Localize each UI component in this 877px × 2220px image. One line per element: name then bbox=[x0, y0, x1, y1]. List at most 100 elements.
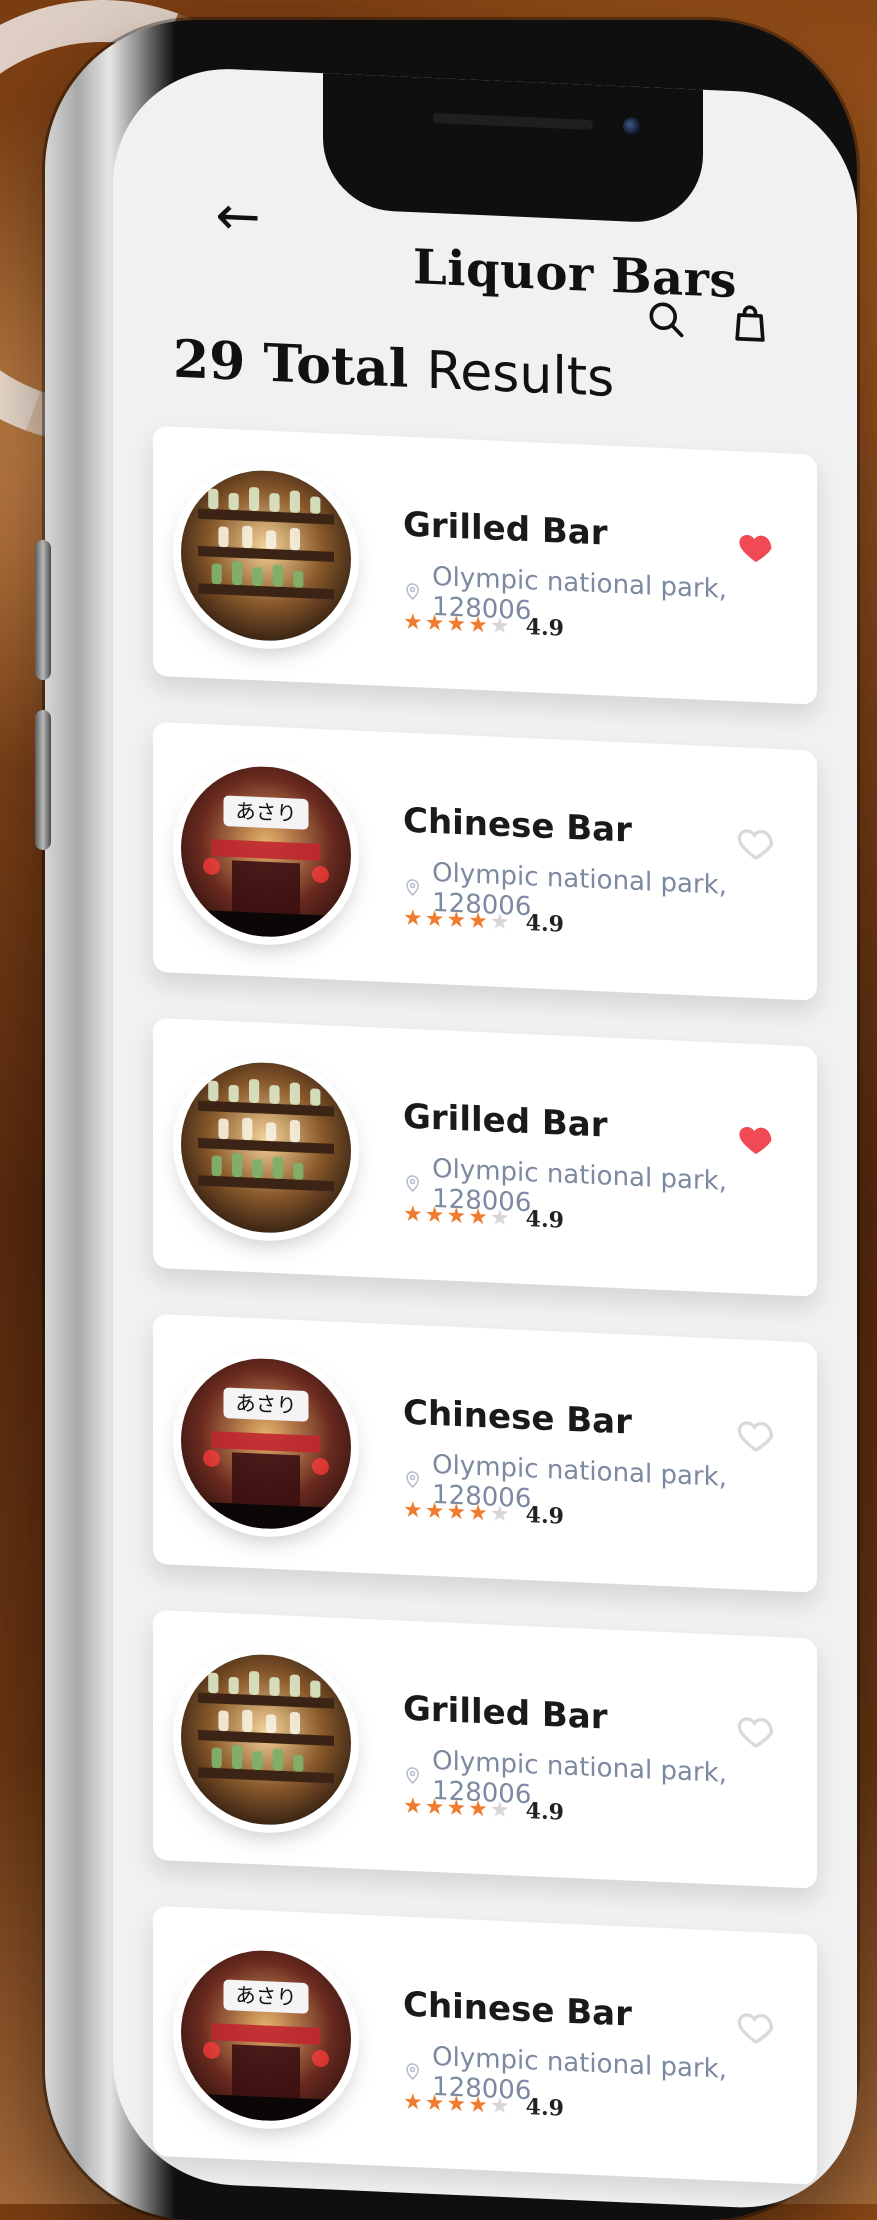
star-icon: ★ bbox=[403, 1793, 425, 1820]
star-icon: ★ bbox=[424, 610, 447, 637]
star-rating: ★★★★★ bbox=[403, 1793, 512, 1823]
star-icon: ★ bbox=[468, 2092, 490, 2118]
rating-value: 4.9 bbox=[525, 614, 564, 642]
search-icon bbox=[649, 302, 684, 338]
shopping-bag-icon bbox=[735, 305, 765, 342]
bar-thumbnail: あさり bbox=[181, 1946, 351, 2125]
location-pin-icon bbox=[406, 879, 419, 897]
bar-name: Chinese Bar bbox=[403, 800, 632, 851]
phone-screen: ← Liquor Bars 29 Total Results Grilled B… bbox=[113, 64, 857, 2213]
star-icon: ★ bbox=[489, 2092, 512, 2119]
bar-list: Grilled Bar Olympic national park, 12800… bbox=[153, 425, 817, 2213]
star-icon: ★ bbox=[424, 1794, 447, 1821]
top-actions bbox=[639, 291, 777, 351]
star-icon: ★ bbox=[489, 612, 512, 639]
star-icon: ★ bbox=[468, 612, 490, 638]
bar-thumbnail: あさり bbox=[181, 762, 351, 941]
star-rating: ★★★★★ bbox=[403, 1497, 512, 1527]
list-item[interactable]: Grilled Bar Olympic national park, 12800… bbox=[153, 1609, 817, 1889]
favorite-button[interactable] bbox=[729, 519, 783, 575]
phone-mockup: ← Liquor Bars 29 Total Results Grilled B… bbox=[35, 20, 857, 2220]
star-icon: ★ bbox=[489, 1796, 512, 1823]
heart-filled-icon bbox=[739, 535, 772, 563]
results-label-part1: Total bbox=[263, 332, 409, 400]
svg-text:あさり: あさり bbox=[235, 799, 296, 826]
star-icon: ★ bbox=[468, 1796, 490, 1822]
star-icon: ★ bbox=[489, 1204, 512, 1231]
bar-shelves-image bbox=[181, 466, 351, 645]
location-pin-icon bbox=[406, 1767, 419, 1785]
heart-outline-icon bbox=[737, 2013, 773, 2045]
star-icon: ★ bbox=[424, 2090, 447, 2117]
bar-shelves-image bbox=[181, 1650, 351, 1829]
bar-thumbnail: あさり bbox=[181, 1354, 351, 1533]
results-count: 29 bbox=[173, 328, 246, 393]
favorite-button[interactable] bbox=[729, 1407, 783, 1463]
svg-text:あさり: あさり bbox=[235, 1391, 296, 1418]
rating-value: 4.9 bbox=[525, 910, 564, 938]
star-icon: ★ bbox=[468, 1500, 490, 1526]
star-icon: ★ bbox=[403, 905, 425, 932]
favorite-button[interactable] bbox=[729, 1111, 783, 1167]
star-icon: ★ bbox=[446, 1499, 469, 1526]
location-pin-icon bbox=[406, 2063, 419, 2081]
rating-value: 4.9 bbox=[525, 2094, 564, 2122]
favorite-button[interactable] bbox=[729, 815, 783, 871]
svg-text:あさり: あさり bbox=[235, 1983, 296, 2010]
speaker-grille bbox=[433, 112, 593, 130]
heart-outline-icon bbox=[737, 829, 773, 861]
bar-thumbnail bbox=[181, 1058, 351, 1237]
star-icon: ★ bbox=[403, 1201, 425, 1228]
rating-value: 4.9 bbox=[525, 1502, 564, 1530]
neon-bar-image: あさり bbox=[181, 762, 351, 941]
star-icon: ★ bbox=[446, 2091, 469, 2118]
star-icon: ★ bbox=[403, 609, 425, 636]
list-item[interactable]: あさり Chinese Bar Olympic national park, 1… bbox=[153, 1905, 817, 2185]
neon-bar-image: あさり bbox=[181, 1946, 351, 2125]
star-icon: ★ bbox=[489, 1500, 512, 1527]
star-icon: ★ bbox=[446, 907, 469, 934]
rating-value: 4.9 bbox=[525, 1206, 564, 1234]
results-heading: 29 Total Results bbox=[173, 329, 614, 409]
star-icon: ★ bbox=[446, 1203, 469, 1230]
bar-name: Grilled Bar bbox=[403, 1688, 608, 1738]
star-rating: ★★★★★ bbox=[403, 2089, 512, 2119]
location-pin-icon bbox=[406, 583, 419, 601]
list-item[interactable]: あさり Chinese Bar Olympic national park, 1… bbox=[153, 721, 817, 1001]
location-pin-icon bbox=[406, 1175, 419, 1193]
star-icon: ★ bbox=[424, 1498, 447, 1525]
star-icon: ★ bbox=[424, 1202, 447, 1229]
bar-thumbnail bbox=[181, 466, 351, 645]
favorite-button[interactable] bbox=[729, 1703, 783, 1759]
phone-volume-button bbox=[35, 540, 51, 680]
bar-name: Grilled Bar bbox=[403, 504, 608, 554]
bar-name: Grilled Bar bbox=[403, 1096, 608, 1146]
favorite-button[interactable] bbox=[729, 1999, 783, 2055]
star-icon: ★ bbox=[403, 2089, 425, 2116]
neon-bar-image: あさり bbox=[181, 1354, 351, 1533]
star-icon: ★ bbox=[446, 1795, 469, 1822]
star-rating: ★★★★★ bbox=[403, 609, 512, 639]
star-icon: ★ bbox=[489, 908, 512, 935]
heart-outline-icon bbox=[737, 1421, 773, 1453]
star-icon: ★ bbox=[424, 906, 447, 933]
star-rating: ★★★★★ bbox=[403, 905, 512, 935]
search-button[interactable] bbox=[639, 291, 693, 347]
cart-button[interactable] bbox=[723, 295, 777, 351]
top-app-bar: ← Liquor Bars bbox=[153, 158, 817, 342]
results-label-part2: Results bbox=[426, 340, 615, 409]
bar-shelves-image bbox=[181, 1058, 351, 1237]
star-icon: ★ bbox=[403, 1497, 425, 1524]
star-rating: ★★★★★ bbox=[403, 1201, 512, 1231]
heart-filled-icon bbox=[739, 1127, 772, 1155]
front-camera bbox=[623, 117, 641, 137]
list-item[interactable]: Grilled Bar Olympic national park, 12800… bbox=[153, 1017, 817, 1297]
phone-volume-button bbox=[35, 710, 51, 850]
bar-name: Chinese Bar bbox=[403, 1392, 632, 1443]
list-item[interactable]: Grilled Bar Olympic national park, 12800… bbox=[153, 425, 817, 705]
bar-thumbnail bbox=[181, 1650, 351, 1829]
back-button[interactable]: ← bbox=[193, 179, 283, 253]
list-item[interactable]: あさり Chinese Bar Olympic national park, 1… bbox=[153, 1313, 817, 1593]
bar-name: Chinese Bar bbox=[403, 1984, 632, 2035]
star-icon: ★ bbox=[468, 1204, 490, 1230]
